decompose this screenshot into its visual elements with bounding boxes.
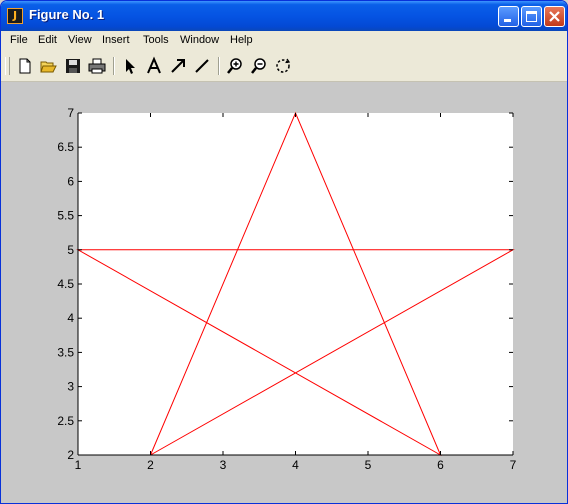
title-bar[interactable]: J Figure No. 1 (1, 1, 567, 31)
rotate-3d-icon (276, 58, 291, 73)
print-button[interactable] (87, 56, 107, 76)
y-tick-label: 7 (67, 106, 74, 120)
minimize-icon (504, 19, 511, 22)
zoom-in-button[interactable] (225, 56, 245, 76)
menu-bar: File Edit View Insert Tools Window Help (1, 31, 567, 51)
figure-window: J Figure No. 1 File Edit View Insert Too… (0, 0, 568, 504)
save-icon (66, 59, 80, 73)
x-tick-label: 3 (220, 458, 227, 472)
y-tick-label: 4 (67, 311, 74, 325)
y-tick-label: 6.5 (57, 140, 74, 154)
x-tick-label: 5 (365, 458, 372, 472)
x-tick-label: 2 (147, 458, 154, 472)
x-tick-label: 7 (510, 458, 517, 472)
insert-arrow-icon (171, 59, 185, 73)
toolbar (1, 51, 567, 82)
axes-background[interactable] (78, 113, 513, 455)
insert-line-icon (195, 59, 209, 73)
zoom-out-button[interactable] (249, 56, 269, 76)
figure-canvas[interactable]: 1 2 3 4 5 6 7 2 2.5 3 3.5 4 4.5 5 5.5 6 6.5 7 (1, 82, 567, 504)
menu-window[interactable]: Window (180, 34, 219, 46)
x-tick-label: 4 (292, 458, 299, 472)
insert-text-icon (147, 56, 161, 74)
toolbar-separator (218, 57, 220, 75)
menu-help[interactable]: Help (230, 34, 253, 46)
y-tick-label: 5.5 (57, 209, 74, 223)
toolbar-grip[interactable] (5, 57, 10, 75)
rotate-3d-button[interactable] (273, 56, 293, 76)
y-tick-label: 3 (67, 380, 74, 394)
new-figure-button[interactable] (15, 56, 35, 76)
zoom-in-icon (227, 58, 242, 74)
matlab-icon[interactable]: J (7, 8, 23, 24)
menu-edit[interactable]: Edit (38, 34, 57, 46)
menu-file[interactable]: File (10, 34, 28, 46)
maximize-button[interactable] (521, 6, 542, 27)
y-tick-label: 3.5 (57, 345, 74, 359)
y-tick-label: 4.5 (57, 277, 74, 291)
maximize-icon (526, 11, 537, 22)
y-tick-label: 6 (67, 174, 74, 188)
menu-tools[interactable]: Tools (143, 34, 169, 46)
open-file-icon (40, 61, 57, 73)
insert-line-button[interactable] (192, 56, 212, 76)
plot-svg[interactable]: 1 2 3 4 5 6 722.533.544.555.566.57 (1, 82, 567, 504)
insert-arrow-button[interactable] (168, 56, 188, 76)
save-button[interactable] (63, 56, 83, 76)
menu-insert[interactable]: Insert (102, 34, 130, 46)
menu-view[interactable]: View (68, 34, 92, 46)
toolbar-separator (113, 57, 115, 75)
insert-text-button[interactable] (144, 56, 164, 76)
new-figure-icon (19, 58, 31, 74)
zoom-out-icon (251, 58, 266, 74)
print-icon (88, 58, 106, 74)
y-tick-label: 2.5 (57, 414, 74, 428)
window-title: Figure No. 1 (29, 7, 105, 22)
y-tick-label: 2 (67, 448, 74, 462)
x-tick-label: 1 (75, 458, 82, 472)
open-file-button[interactable] (39, 56, 59, 76)
x-tick-label: 6 (437, 458, 444, 472)
close-button[interactable] (544, 6, 565, 27)
minimize-button[interactable] (498, 6, 519, 27)
edit-plot-arrow-icon (126, 59, 135, 74)
close-icon (549, 11, 560, 22)
y-tick-label: 5 (67, 243, 74, 257)
edit-plot-button[interactable] (120, 56, 140, 76)
